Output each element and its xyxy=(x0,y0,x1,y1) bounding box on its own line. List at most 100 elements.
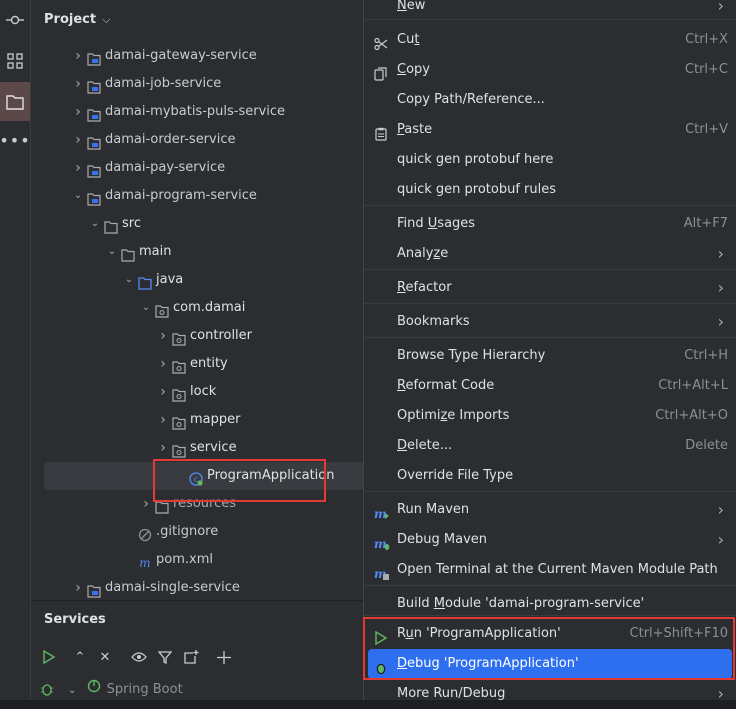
module-folder-icon xyxy=(87,105,101,122)
more-tools-icon[interactable]: ••• xyxy=(0,122,30,158)
project-panel-title[interactable]: Project ⌵ xyxy=(44,12,110,27)
shortcut-label: Ctrl+H xyxy=(684,348,728,363)
tree-item-label: pom.xml xyxy=(156,552,213,567)
tree-item[interactable]: › damai-gateway-service xyxy=(31,42,365,70)
menu-item-find-usages[interactable]: Find Usages Alt+F7 xyxy=(368,209,732,239)
chevron-right-icon[interactable]: › xyxy=(72,70,84,98)
chevron-right-icon: › xyxy=(717,312,724,331)
menu-item-open-terminal-at-the-current-maven-module-path[interactable]: m Open Terminal at the Current Maven Modu… xyxy=(368,555,732,585)
structure-icon[interactable] xyxy=(0,43,30,79)
module-folder-icon xyxy=(87,77,101,94)
menu-item-optimize-imports[interactable]: Optimize Imports Ctrl+Alt+O xyxy=(368,401,732,431)
services-tree-item[interactable]: ⌄ Spring Boot xyxy=(68,679,183,699)
tree-item[interactable]: › damai-job-service xyxy=(31,70,365,98)
services-tree-item-label: Spring Boot xyxy=(106,682,183,697)
tree-item[interactable]: › damai-pay-service xyxy=(31,154,365,182)
tree-item[interactable]: › controller xyxy=(31,322,365,350)
chevron-right-icon[interactable]: › xyxy=(72,98,84,126)
commit-icon[interactable] xyxy=(0,2,30,38)
folder-icon xyxy=(121,245,135,262)
shortcut-label: Ctrl+Alt+O xyxy=(655,408,728,423)
debug-bug-icon[interactable] xyxy=(37,678,57,700)
tree-item[interactable]: .gitignore xyxy=(31,518,365,546)
menu-item-copy-path-reference[interactable]: Copy Path/Reference... xyxy=(368,85,732,115)
tree-item[interactable]: ⌄ damai-program-service xyxy=(31,182,365,210)
eye-icon[interactable] xyxy=(128,642,150,672)
tree-item[interactable]: ⌄ java xyxy=(31,266,365,294)
module-folder-icon xyxy=(87,581,101,598)
chevron-right-icon[interactable]: › xyxy=(157,322,169,350)
menu-item-override-file-type[interactable]: Override File Type xyxy=(368,461,732,491)
menu-item-paste[interactable]: Paste Ctrl+V xyxy=(368,115,732,145)
clipboard-icon xyxy=(374,123,388,141)
menu-separator xyxy=(364,205,736,206)
source-folder-icon xyxy=(138,273,152,290)
menu-item-quick-gen-protobuf-rules[interactable]: quick gen protobuf rules xyxy=(368,175,732,205)
expand-all-icon[interactable]: ⌃ xyxy=(69,642,91,672)
menu-item-bookmarks[interactable]: Bookmarks › xyxy=(368,307,732,337)
chevron-right-icon[interactable]: › xyxy=(140,490,152,518)
chevron-down-icon[interactable]: ⌄ xyxy=(106,238,118,266)
tree-item[interactable]: › entity xyxy=(31,350,365,378)
menu-item-delete[interactable]: Delete... Delete xyxy=(368,431,732,461)
project-tool-icon[interactable] xyxy=(0,82,30,121)
tree-item-label: .gitignore xyxy=(156,524,219,539)
menu-item-copy[interactable]: Copy Ctrl+C xyxy=(368,55,732,85)
chevron-right-icon[interactable]: › xyxy=(157,350,169,378)
menu-item-reformat-code[interactable]: Reformat Code Ctrl+Alt+L xyxy=(368,371,732,401)
menu-item-quick-gen-protobuf-here[interactable]: quick gen protobuf here xyxy=(368,145,732,175)
menu-separator xyxy=(364,585,736,586)
menu-item-browse-type-hierarchy[interactable]: Browse Type Hierarchy Ctrl+H xyxy=(368,341,732,371)
chevron-right-icon[interactable]: › xyxy=(72,42,84,70)
chevron-right-icon[interactable]: › xyxy=(157,434,169,462)
chevron-right-icon[interactable]: › xyxy=(72,574,84,602)
tree-item[interactable]: › damai-single-service xyxy=(31,574,365,602)
tree-item[interactable]: ⌄ src xyxy=(31,210,365,238)
chevron-right-icon[interactable]: › xyxy=(72,126,84,154)
menu-item-run-maven[interactable]: m Run Maven › xyxy=(368,495,732,525)
collapse-all-icon[interactable]: ✕ xyxy=(94,642,116,672)
shortcut-label: Alt+F7 xyxy=(683,216,728,231)
tree-item-label: service xyxy=(190,440,237,455)
menu-item-debug-maven[interactable]: m Debug Maven › xyxy=(368,525,732,555)
menu-item-refactor[interactable]: Refactor › xyxy=(368,273,732,303)
chevron-down-icon[interactable]: ⌄ xyxy=(140,294,152,322)
chevron-down-icon[interactable]: ⌄ xyxy=(68,685,76,696)
chevron-right-icon[interactable]: › xyxy=(72,154,84,182)
chevron-right-icon: › xyxy=(717,530,724,549)
tree-item-label: main xyxy=(139,244,172,259)
menu-item-analyze[interactable]: Analyze › xyxy=(368,239,732,269)
tree-item[interactable]: › damai-mybatis-puls-service xyxy=(31,98,365,126)
chevron-right-icon: › xyxy=(717,0,724,15)
tree-item[interactable]: › lock xyxy=(31,378,365,406)
chevron-down-icon[interactable]: ⌵ xyxy=(102,13,110,27)
filter-icon[interactable] xyxy=(154,642,176,672)
menu-item-new[interactable]: New › xyxy=(368,0,732,21)
menu-item-more-run-debug[interactable]: More Run/Debug › xyxy=(368,679,732,709)
tree-item[interactable]: › service xyxy=(31,434,365,462)
chevron-right-icon[interactable]: › xyxy=(157,378,169,406)
tree-item[interactable]: › mapper xyxy=(31,406,365,434)
chevron-right-icon[interactable]: › xyxy=(157,406,169,434)
chevron-down-icon[interactable]: ⌄ xyxy=(123,266,135,294)
add-service-icon[interactable] xyxy=(213,642,235,672)
chevron-right-icon: › xyxy=(717,500,724,519)
spring-boot-icon xyxy=(87,679,103,700)
run-icon[interactable] xyxy=(37,642,59,672)
tree-item-label: entity xyxy=(190,356,228,371)
package-icon xyxy=(172,441,186,458)
chevron-down-icon[interactable]: ⌄ xyxy=(72,182,84,210)
tree-item[interactable]: ⌄ main xyxy=(31,238,365,266)
new-tab-icon[interactable] xyxy=(180,642,202,672)
menu-item-cut[interactable]: Cut Ctrl+X xyxy=(368,25,732,55)
tree-item[interactable]: ⌄ com.damai xyxy=(31,294,365,322)
chevron-right-icon: › xyxy=(717,244,724,263)
module-folder-icon xyxy=(87,161,101,178)
menu-item-label: Paste xyxy=(397,122,433,137)
tree-item[interactable]: › damai-order-service xyxy=(31,126,365,154)
svg-text:m: m xyxy=(139,556,150,570)
shortcut-label: Ctrl+X xyxy=(685,32,728,47)
chevron-down-icon[interactable]: ⌄ xyxy=(89,210,101,238)
shortcut-label: Delete xyxy=(685,438,728,453)
tree-item[interactable]: m pom.xml xyxy=(31,546,365,574)
